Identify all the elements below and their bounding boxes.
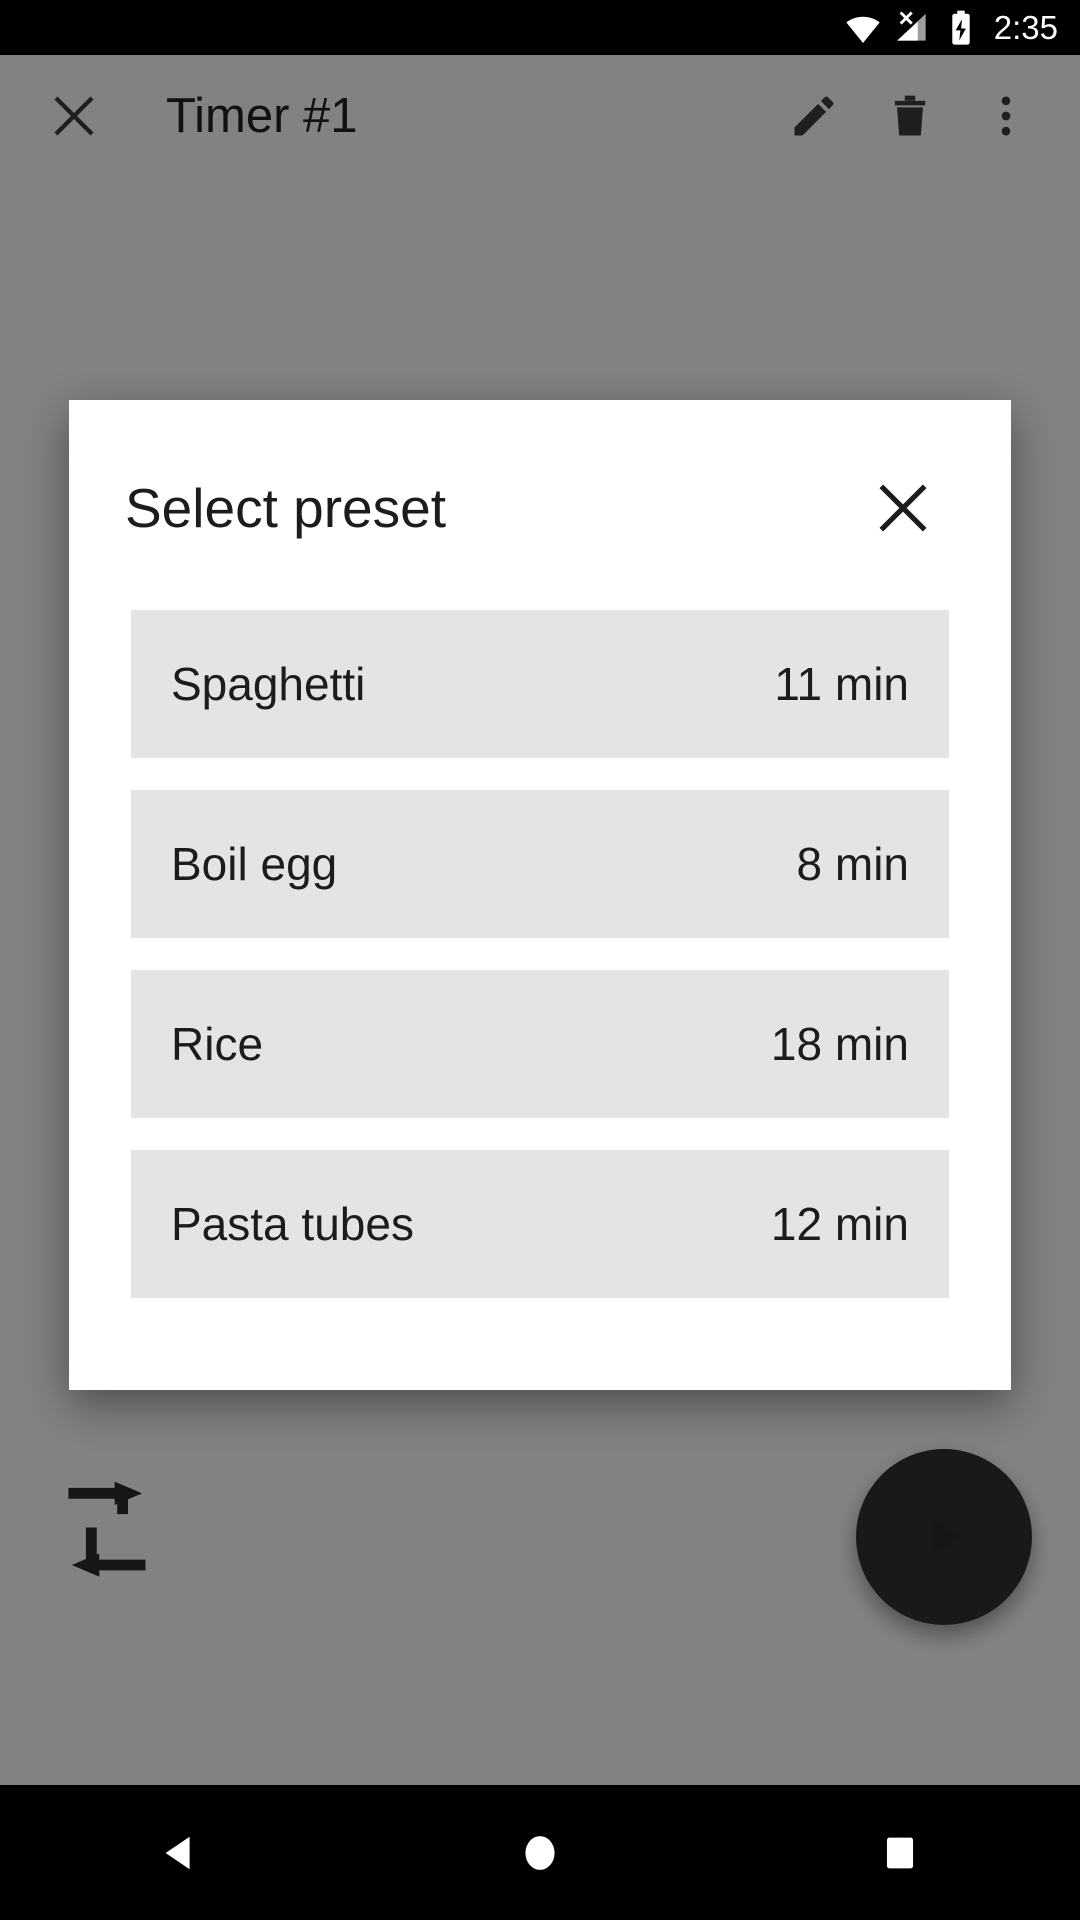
preset-duration: 18 min	[770, 1018, 909, 1070]
nav-recents-button[interactable]	[820, 1785, 980, 1920]
back-triangle-icon	[165, 1836, 190, 1869]
list-item[interactable]: Rice 18 min	[131, 970, 949, 1118]
close-icon[interactable]	[867, 472, 939, 544]
wifi-icon	[844, 9, 882, 47]
preset-list: Spaghetti 11 min Boil egg 8 min Rice 18 …	[69, 544, 1011, 1390]
preset-duration: 8 min	[796, 838, 909, 890]
status-bar: 2:35	[0, 0, 1080, 55]
battery-charging-icon	[944, 9, 978, 47]
preset-duration: 12 min	[770, 1198, 909, 1250]
preset-name: Rice	[171, 1018, 264, 1070]
navigation-bar	[0, 1785, 1080, 1920]
preset-name: Boil egg	[171, 838, 338, 890]
preset-name: Pasta tubes	[171, 1198, 414, 1250]
dialog-title: Select preset	[125, 476, 447, 539]
status-bar-clock: 2:35	[993, 8, 1058, 46]
preset-duration: 11 min	[774, 658, 909, 710]
preset-name: Spaghetti	[171, 658, 366, 710]
nav-back-button[interactable]	[100, 1785, 260, 1920]
phone-screen: 2:35 Timer #1 Select preset Spaghetti 11…	[0, 0, 1080, 1920]
recents-square-icon	[886, 1837, 914, 1868]
list-item[interactable]: Pasta tubes 12 min	[131, 1150, 949, 1298]
dialog-header: Select preset	[69, 400, 1011, 544]
home-circle-icon	[525, 1835, 555, 1870]
list-item[interactable]: Spaghetti 11 min	[131, 610, 949, 758]
nav-home-button[interactable]	[460, 1785, 620, 1920]
cellular-no-sim-icon	[894, 9, 932, 47]
list-item[interactable]: Boil egg 8 min	[131, 790, 949, 938]
select-preset-dialog: Select preset Spaghetti 11 min Boil egg …	[69, 400, 1011, 1390]
